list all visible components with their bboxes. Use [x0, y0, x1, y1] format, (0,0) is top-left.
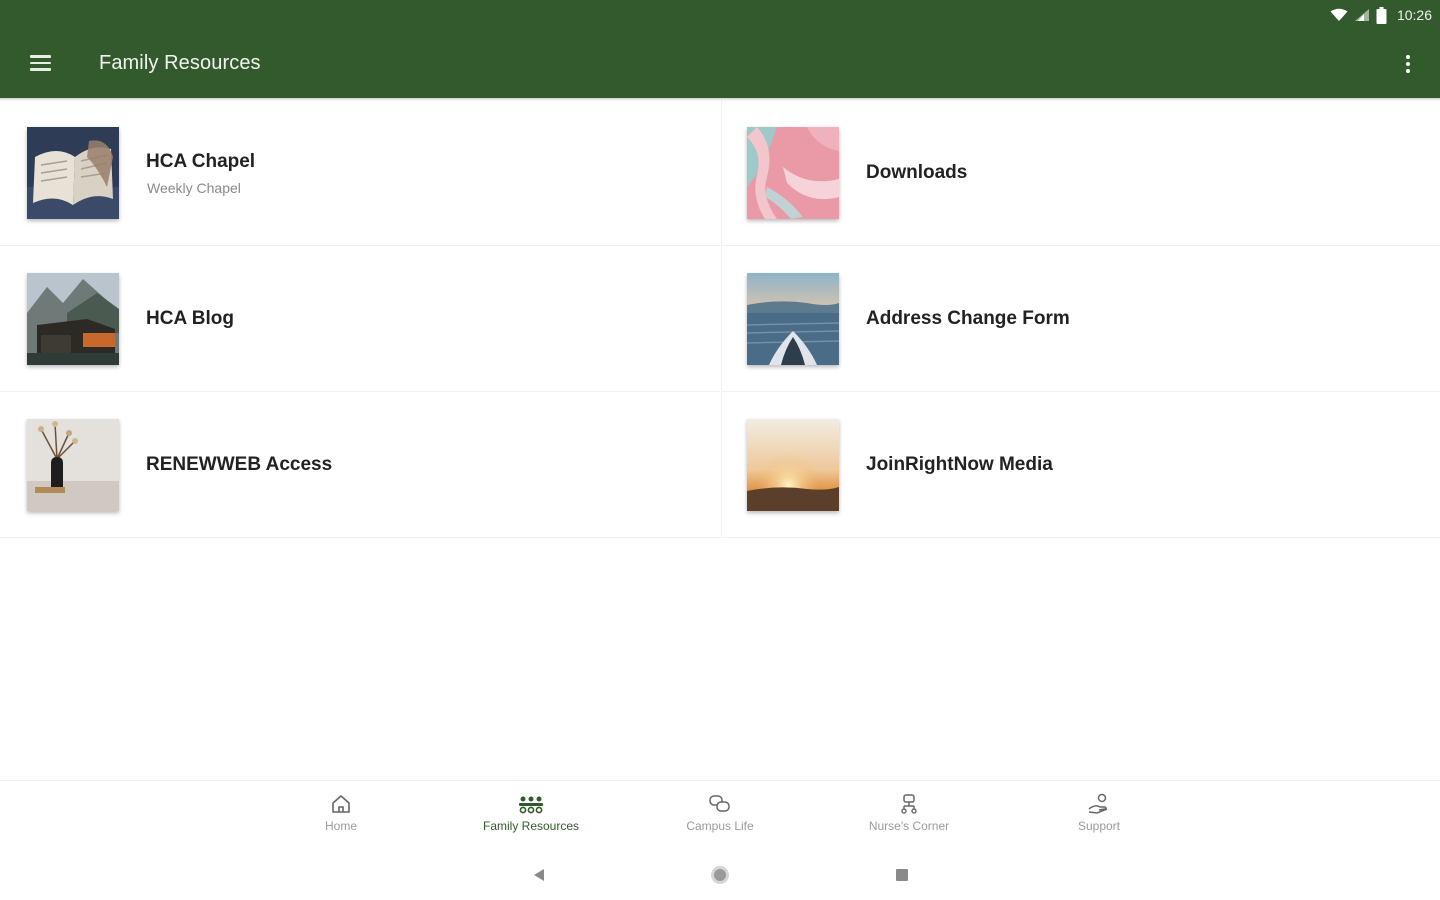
nav-label: Home	[324, 819, 357, 833]
signal-icon	[1354, 9, 1369, 21]
vase-flowers-photo	[27, 419, 119, 511]
status-time: 10:26	[1396, 7, 1432, 23]
nav-family-resources[interactable]: Family Resources	[461, 793, 601, 845]
nav-support[interactable]: Support	[1029, 793, 1169, 845]
tile-title: Address Change Form	[866, 308, 1070, 329]
tile-title: JoinRightNow Media	[866, 454, 1053, 475]
bottom-navigation: Home Family Resources Campus Life Nurse'…	[0, 780, 1440, 851]
home-circle-icon[interactable]	[709, 864, 731, 886]
nav-campus-life[interactable]: Campus Life	[650, 793, 790, 845]
sunset-photo	[747, 419, 839, 511]
tile-hca-blog[interactable]: HCA Blog	[0, 246, 720, 392]
chat-bubbles-icon	[709, 795, 730, 812]
tile-downloads[interactable]: Downloads	[722, 100, 1440, 246]
nav-label: Support	[1077, 819, 1121, 833]
app-bar: 10:26 Family Resources	[0, 0, 1440, 101]
tile-title: HCA Chapel	[146, 151, 256, 172]
system-navigation-bar	[0, 850, 1440, 900]
tile-joinrightnow-media[interactable]: JoinRightNow Media	[722, 392, 1440, 538]
status-bar: 10:26	[1330, 5, 1432, 25]
open-book-photo	[27, 127, 119, 219]
hamburger-menu-icon[interactable]	[30, 54, 52, 72]
tile-address-change-form[interactable]: Address Change Form	[722, 246, 1440, 392]
nurse-icon	[901, 794, 917, 814]
support-icon	[1088, 793, 1108, 814]
home-icon	[332, 795, 350, 813]
page-title: Family Resources	[99, 52, 261, 74]
pink-abstract-photo	[747, 127, 839, 219]
mountain-cabin-photo	[27, 273, 119, 365]
nav-label: Nurse's Corner	[868, 819, 950, 833]
battery-icon	[1376, 6, 1387, 24]
back-icon[interactable]	[528, 864, 550, 886]
tile-title: RENEWWEB Access	[146, 454, 333, 475]
family-icon	[519, 796, 543, 814]
overflow-menu-icon[interactable]	[1402, 53, 1414, 75]
wifi-icon	[1330, 8, 1348, 21]
recents-square-icon[interactable]	[891, 864, 913, 886]
nav-label: Family Resources	[482, 819, 580, 833]
nav-home[interactable]: Home	[271, 793, 411, 845]
kayak-lake-photo	[747, 273, 839, 365]
tile-subtitle: Weekly Chapel	[147, 180, 241, 196]
tile-renewweb-access[interactable]: RENEWWEB Access	[0, 392, 720, 538]
nav-nurses-corner[interactable]: Nurse's Corner	[839, 793, 979, 845]
tile-hca-chapel[interactable]: HCA Chapel Weekly Chapel	[0, 100, 720, 246]
resources-grid: HCA Chapel Weekly Chapel Downloads HCA B…	[0, 100, 1440, 540]
nav-label: Campus Life	[686, 819, 754, 833]
tile-title: HCA Blog	[146, 308, 234, 329]
tile-title: Downloads	[866, 162, 968, 183]
